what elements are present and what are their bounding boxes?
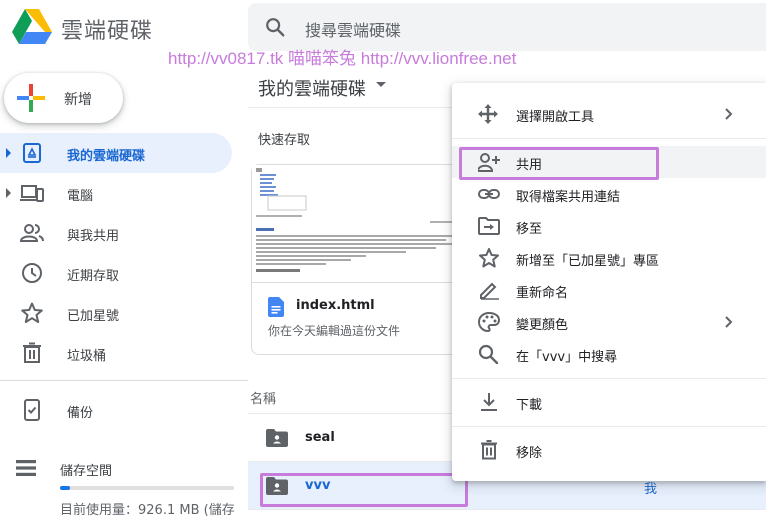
- menu-item-label: 取得檔案共用連結: [516, 190, 621, 205]
- app-title: 雲端硬碟: [61, 19, 154, 44]
- trash-icon: [20, 341, 44, 365]
- menu-divider: [452, 138, 766, 139]
- menu-item-label: 選擇開啟工具: [516, 110, 595, 125]
- my-drive-icon: [20, 141, 44, 165]
- search-input[interactable]: 搜尋雲端硬碟: [305, 17, 401, 41]
- download-icon: [478, 392, 500, 412]
- expand-caret-icon[interactable]: [6, 188, 11, 198]
- menu-item-label: 下載: [516, 398, 543, 413]
- drive-logo-icon[interactable]: [12, 9, 52, 45]
- sidebar-item-backup[interactable]: 備份: [0, 390, 232, 430]
- sidebar-item-label: 備份: [67, 406, 94, 421]
- menu-item-label: 在「vvv」中搜尋: [516, 350, 618, 365]
- card-activity-text: 你在今天編輯過這份文件: [268, 324, 401, 338]
- highlight-annotation: [459, 147, 659, 180]
- document-icon: [268, 297, 284, 317]
- shared-with-me-icon: [20, 221, 44, 245]
- file-thumbnail: [252, 165, 470, 283]
- menu-item-open-with[interactable]: 選擇開啟工具: [452, 98, 766, 130]
- menu-item-download[interactable]: 下載: [452, 386, 766, 418]
- sidebar-item-recent[interactable]: 近期存取: [0, 253, 232, 293]
- menu-divider: [452, 426, 766, 427]
- menu-item-label: 重新命名: [516, 286, 569, 301]
- move-to-icon: [478, 216, 500, 236]
- link-icon: [478, 184, 500, 204]
- menu-item-label: 移除: [516, 446, 543, 461]
- computers-icon: [20, 181, 44, 205]
- rename-icon: [478, 280, 500, 300]
- row-file-name: seal: [305, 430, 335, 445]
- quick-access-heading: 快速存取: [258, 133, 311, 148]
- chevron-right-icon: [724, 315, 734, 329]
- menu-item-add-to-starred[interactable]: 新增至「已加星號」專區: [452, 242, 766, 274]
- menu-divider: [452, 378, 766, 379]
- highlight-annotation: [260, 473, 468, 507]
- sidebar-item-label: 電腦: [67, 189, 94, 204]
- menu-item-remove[interactable]: 移除: [452, 434, 766, 466]
- sidebar-item-my-drive[interactable]: 我的雲端硬碟: [0, 133, 232, 173]
- storage-usage-text: 目前使用量：926.1 MB (儲存: [60, 503, 235, 518]
- sidebar-divider: [0, 380, 248, 381]
- storage-progress-fill: [60, 486, 70, 490]
- shared-folder-icon: [266, 429, 288, 447]
- menu-item-get-link[interactable]: 取得檔案共用連結: [452, 178, 766, 210]
- recent-icon: [20, 261, 44, 285]
- menu-item-label: 移至: [516, 222, 543, 237]
- page-title[interactable]: 我的雲端硬碟: [258, 75, 366, 101]
- new-button-label: 新增: [64, 92, 92, 108]
- open-with-icon: [478, 104, 498, 124]
- plus-icon: [17, 84, 45, 112]
- sidebar-item-label: 我的雲端硬碟: [67, 149, 146, 164]
- search-icon[interactable]: [264, 16, 286, 38]
- chevron-down-icon[interactable]: [376, 82, 386, 87]
- search-icon: [478, 344, 500, 364]
- column-header-name[interactable]: 名稱: [250, 388, 276, 407]
- menu-item-label: 變更顏色: [516, 318, 569, 333]
- sidebar-item-label: 已加星號: [67, 309, 120, 324]
- chevron-right-icon: [724, 107, 734, 121]
- sidebar-item-storage[interactable]: 儲存空間: [0, 448, 232, 488]
- menu-item-rename[interactable]: 重新命名: [452, 274, 766, 306]
- menu-item-change-color[interactable]: 變更顏色: [452, 306, 766, 338]
- sidebar-item-starred[interactable]: 已加星號: [0, 293, 232, 333]
- expand-caret-icon[interactable]: [6, 148, 11, 158]
- sidebar-item-label: 垃圾桶: [67, 349, 107, 364]
- sidebar-item-shared-with-me[interactable]: 與我共用: [0, 213, 232, 253]
- storage-progress-bar: [60, 486, 234, 490]
- menu-item-move-to[interactable]: 移至: [452, 210, 766, 242]
- menu-item-label: 新增至「已加星號」專區: [516, 254, 660, 269]
- trash-icon: [478, 440, 500, 460]
- sidebar-item-label: 近期存取: [67, 269, 120, 284]
- palette-icon: [478, 312, 500, 332]
- menu-item-search-within[interactable]: 在「vvv」中搜尋: [452, 338, 766, 370]
- sidebar-item-label: 儲存空間: [60, 464, 113, 479]
- storage-icon: [14, 456, 38, 480]
- sidebar-item-trash[interactable]: 垃圾桶: [0, 333, 232, 373]
- watermark-text: http://vv0817.tk 喵喵笨兔 http://vvv.lionfre…: [168, 49, 517, 68]
- sidebar-item-label: 與我共用: [67, 229, 120, 244]
- sidebar-item-computers[interactable]: 電腦: [0, 173, 232, 213]
- card-file-name: index.html: [296, 298, 375, 313]
- backup-icon: [20, 398, 44, 422]
- star-icon: [478, 248, 500, 268]
- star-icon: [20, 301, 44, 325]
